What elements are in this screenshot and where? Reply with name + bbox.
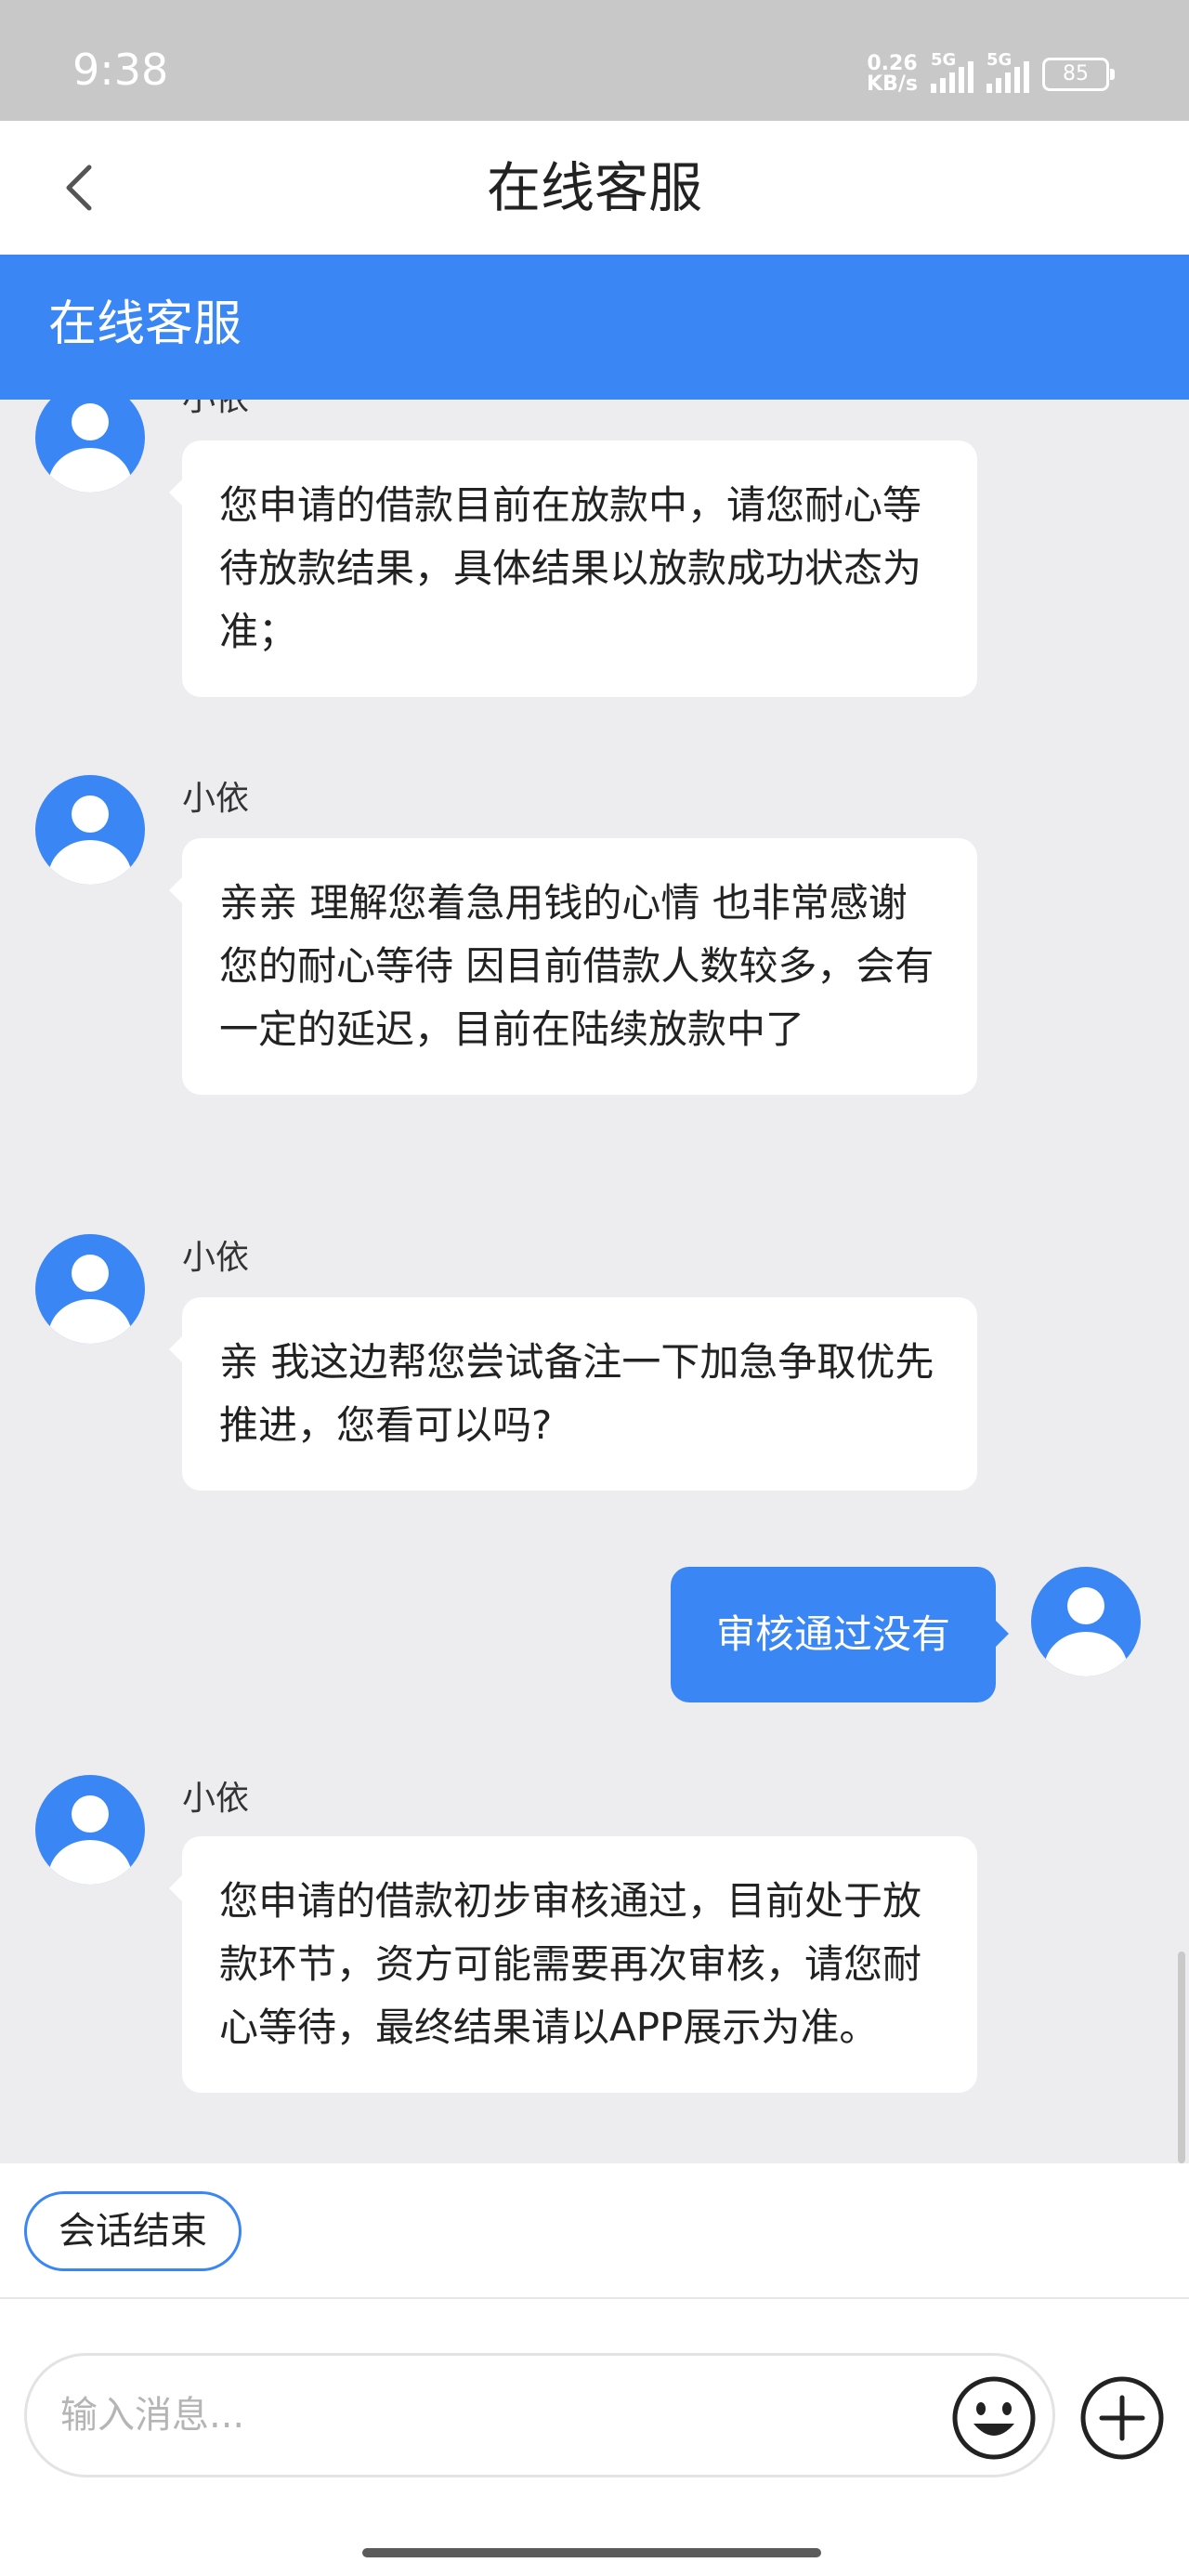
battery-icon: 85: [1042, 58, 1115, 91]
user-message-bubble: 审核通过没有: [671, 1567, 1009, 1702]
agent-message-bubble: 您申请的借款初步审核通过，目前处于放款环节，资方可能需要再次审核，请您耐心等待，…: [169, 1836, 977, 2093]
network-speed-unit: KB/s: [867, 72, 918, 96]
agent-avatar: [35, 775, 145, 885]
banner-title: 在线客服: [48, 296, 242, 352]
composer-bar: [0, 2299, 1189, 2576]
chat-scrollbar[interactable]: [1178, 1952, 1185, 2163]
signal-sim1-icon: 5G: [931, 50, 973, 93]
sender-name: 小依: [182, 780, 250, 818]
home-indicator[interactable]: [362, 2548, 821, 2557]
signal-sim2-icon: 5G: [986, 50, 1029, 93]
page-title: 在线客服: [486, 156, 702, 219]
status-time: 9:38: [72, 45, 169, 95]
plus-icon: [1080, 2376, 1164, 2460]
sim1-network-tag: 5G: [931, 50, 957, 70]
sender-name: 小依: [182, 1780, 250, 1818]
status-indicators: 0.26 KB/s 5G 5G 85: [867, 50, 1115, 95]
status-bar: 9:38 0.26 KB/s 5G 5G 85: [0, 0, 1189, 121]
app-header: 在线客服: [0, 121, 1189, 255]
sender-name: 小依: [182, 1239, 250, 1277]
sim2-network-tag: 5G: [986, 50, 1013, 70]
agent-avatar: [35, 400, 145, 493]
quick-action-bar: 会话结束: [0, 2163, 1189, 2299]
agent-message-bubble: 亲 我这边帮您尝试备注一下加急争取优先推进，您看可以吗?: [169, 1297, 977, 1491]
more-options-button[interactable]: [1079, 2375, 1165, 2461]
agent-message-bubble: 您申请的借款目前在放款中，请您耐心等待放款结果，具体结果以放款成功状态为准；: [169, 440, 977, 697]
agent-avatar: [35, 1775, 145, 1885]
chat-message-list[interactable]: 小依 您申请的借款目前在放款中，请您耐心等待放款结果，具体结果以放款成功状态为准…: [0, 400, 1189, 2163]
user-avatar: [1031, 1567, 1141, 1676]
service-banner: 在线客服: [0, 255, 1189, 400]
sender-name: 小依: [182, 400, 249, 416]
network-speed: 0.26 KB/s: [867, 54, 918, 95]
emoji-icon: [952, 2376, 1036, 2460]
agent-avatar: [35, 1234, 145, 1344]
message-input[interactable]: [24, 2353, 1055, 2477]
end-session-button[interactable]: 会话结束: [24, 2191, 242, 2271]
emoji-button[interactable]: [951, 2375, 1037, 2461]
agent-message-bubble: 亲亲 理解您着急用钱的心情 也非常感谢您的耐心等待 因目前借款人数较多，会有一定…: [169, 838, 977, 1095]
network-speed-value: 0.26: [867, 52, 918, 75]
